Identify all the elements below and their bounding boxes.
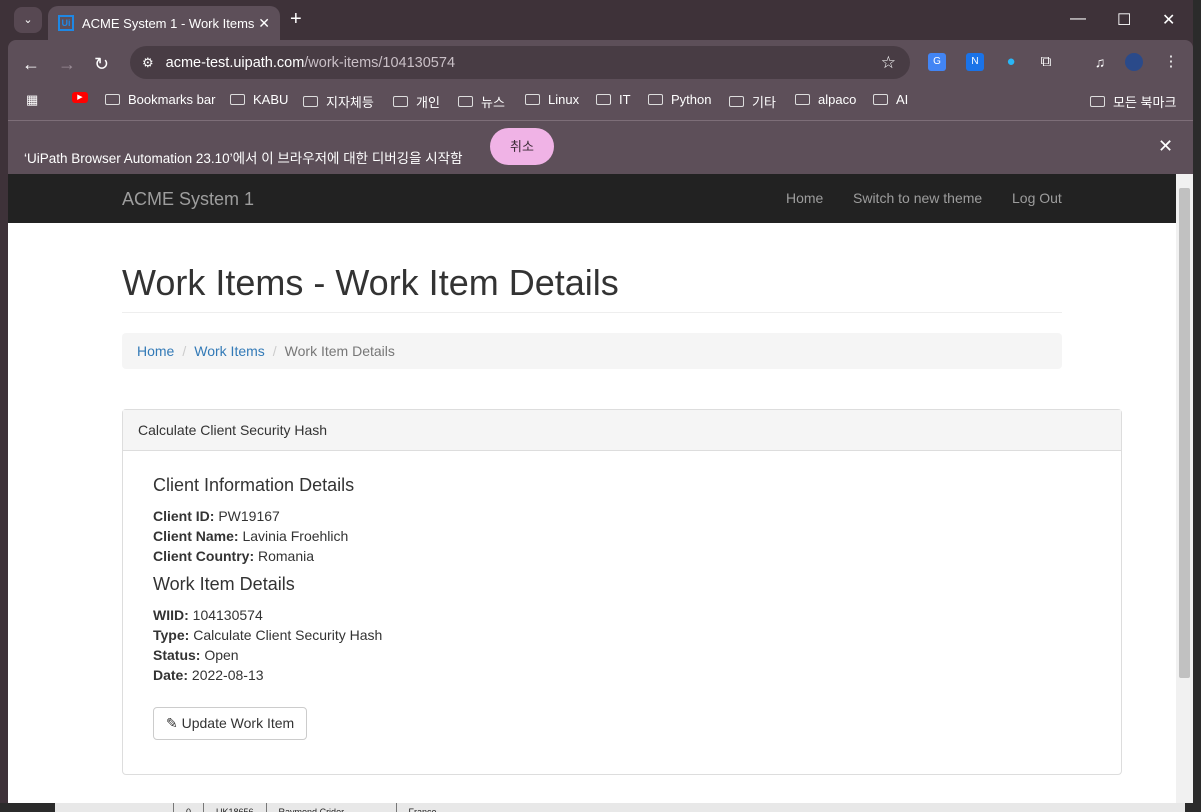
menu-kebab-icon[interactable]: ⋮: [1162, 53, 1180, 71]
folder-icon: [458, 96, 473, 107]
forward-icon[interactable]: →: [58, 54, 76, 75]
all-bookmarks[interactable]: 모든 북마크: [1090, 92, 1176, 111]
folder-icon: [729, 96, 744, 107]
maximize-icon[interactable]: ☐: [1117, 10, 1131, 30]
bookmark-item[interactable]: 뉴스: [458, 92, 505, 111]
date: Date: 2022-08-13: [153, 667, 264, 683]
reload-icon[interactable]: ↻: [94, 54, 109, 75]
breadcrumb-current: Work Item Details: [284, 343, 395, 359]
bookmark-label: 모든 북마크: [1113, 95, 1177, 110]
breadcrumb: Home / Work Items / Work Item Details: [122, 333, 1062, 369]
new-tab-button[interactable]: +: [290, 8, 302, 31]
bookmark-item[interactable]: 기타: [729, 92, 776, 111]
site-navbar: ACME System 1 Home Switch to new theme L…: [8, 174, 1176, 223]
debugging-infobar-text: ‘UiPath Browser Automation 23.10’에서 이 브라…: [24, 151, 463, 166]
bookmark-item[interactable]: IT: [596, 92, 631, 107]
status: Status: Open: [153, 647, 239, 663]
bookmark-label: Python: [671, 92, 712, 107]
extensions-puzzle-icon[interactable]: ⧉: [1037, 53, 1055, 71]
breadcrumb-home[interactable]: Home: [137, 343, 174, 359]
work-item-panel: Calculate Client Security Hash Client In…: [122, 409, 1122, 775]
bookmark-item[interactable]: KABU: [230, 92, 288, 107]
bookmark-label: 개인: [416, 95, 440, 110]
bookmark-label: 지자체등: [326, 95, 374, 110]
pencil-icon: ✎: [166, 715, 178, 731]
client-id: Client ID: PW19167: [153, 508, 280, 524]
client-country: Client Country: Romania: [153, 548, 315, 564]
cancel-debugging-button[interactable]: 취소: [490, 128, 554, 165]
bookmark-label: 뉴스: [481, 95, 505, 110]
panel-heading: Calculate Client Security Hash: [123, 410, 1121, 451]
bookmark-label: KABU: [253, 92, 289, 107]
google-translate-icon[interactable]: G: [928, 53, 946, 71]
bookmark-item[interactable]: AI: [873, 92, 908, 107]
nav-switch-theme[interactable]: Switch to new theme: [853, 190, 982, 206]
bookmark-item[interactable]: alpaco: [795, 92, 856, 107]
tab-title: ACME System 1 - Work Items: [82, 15, 255, 31]
bookmark-label: 기타: [752, 95, 776, 110]
divider: [8, 120, 1193, 121]
bookmark-star-icon[interactable]: ☆: [881, 53, 896, 73]
back-icon[interactable]: ←: [22, 54, 40, 75]
tab-strip: ⌄ Ui ACME System 1 - Work Items ✕ + — ☐ …: [0, 0, 1193, 40]
site-settings-icon[interactable]: ⚙: [142, 55, 154, 71]
minimize-icon[interactable]: —: [1070, 10, 1086, 28]
background-window-row: 0 UK18656 Raymond Crider France: [55, 803, 1185, 812]
web-page: ACME System 1 Home Switch to new theme L…: [8, 174, 1176, 803]
folder-icon: [873, 94, 888, 105]
bookmark-item[interactable]: Linux: [525, 92, 579, 107]
wiid: WIID: 104130574: [153, 607, 263, 623]
url-host: acme-test.uipath.com: [165, 54, 305, 71]
folder-icon: [393, 96, 408, 107]
bookmark-label: IT: [619, 92, 631, 107]
bookmark-label: alpaco: [818, 92, 857, 107]
youtube-icon: ▶: [72, 92, 88, 103]
folder-icon: [303, 96, 318, 107]
tab-close-icon[interactable]: ✕: [258, 15, 270, 32]
site-brand[interactable]: ACME System 1: [122, 189, 254, 210]
profile-avatar[interactable]: [1125, 53, 1143, 71]
page-scrollbar[interactable]: [1176, 174, 1193, 803]
folder-icon: [525, 94, 540, 105]
nav-home[interactable]: Home: [786, 190, 823, 206]
extension-n-icon[interactable]: N: [966, 53, 984, 71]
folder-icon: [795, 94, 810, 105]
bookmark-label: AI: [896, 92, 909, 107]
close-window-icon[interactable]: ✕: [1162, 10, 1175, 30]
page-title: Work Items - Work Item Details: [122, 262, 619, 303]
folder-icon: [105, 94, 120, 105]
bookmark-item[interactable]: 개인: [393, 92, 440, 111]
youtube-bookmark[interactable]: ▶: [72, 92, 88, 103]
uipath-favicon: Ui: [58, 15, 74, 31]
breadcrumb-work-items[interactable]: Work Items: [194, 343, 265, 359]
type: Type: Calculate Client Security Hash: [153, 627, 383, 643]
tab-search-button[interactable]: ⌄: [14, 7, 42, 33]
bookmark-item[interactable]: Python: [648, 92, 711, 107]
infobar-close-icon[interactable]: ✕: [1158, 136, 1173, 157]
folder-icon: [596, 94, 611, 105]
browser-toolbar: ← → ↻ ⚙ acme-test.uipath.com/work-items/…: [8, 40, 1193, 174]
apps-grid-icon[interactable]: ▦: [26, 92, 38, 108]
ghost-extension-icon[interactable]: ●: [1002, 53, 1020, 71]
divider: [122, 312, 1062, 313]
work-item-section-title: Work Item Details: [153, 574, 295, 594]
bookmark-item[interactable]: 지자체등: [303, 92, 374, 111]
browser-tab[interactable]: Ui ACME System 1 - Work Items ✕: [48, 6, 280, 40]
media-control-icon[interactable]: ♫: [1091, 53, 1109, 71]
bookmark-item[interactable]: Bookmarks bar: [105, 92, 215, 107]
folder-icon: [1090, 96, 1105, 107]
url-path: /work-items/104130574: [304, 54, 456, 71]
client-name: Client Name: Lavinia Froehlich: [153, 528, 349, 544]
update-work-item-button[interactable]: ✎ Update Work Item: [153, 707, 308, 740]
folder-icon: [230, 94, 245, 105]
client-section-title: Client Information Details: [153, 475, 355, 495]
scrollbar-thumb[interactable]: [1179, 188, 1190, 678]
address-bar[interactable]: ⚙ acme-test.uipath.com/work-items/104130…: [130, 46, 910, 79]
bookmark-label: Bookmarks bar: [128, 92, 216, 107]
folder-icon: [648, 94, 663, 105]
bookmark-label: Linux: [548, 92, 580, 107]
nav-logout[interactable]: Log Out: [1012, 190, 1062, 206]
